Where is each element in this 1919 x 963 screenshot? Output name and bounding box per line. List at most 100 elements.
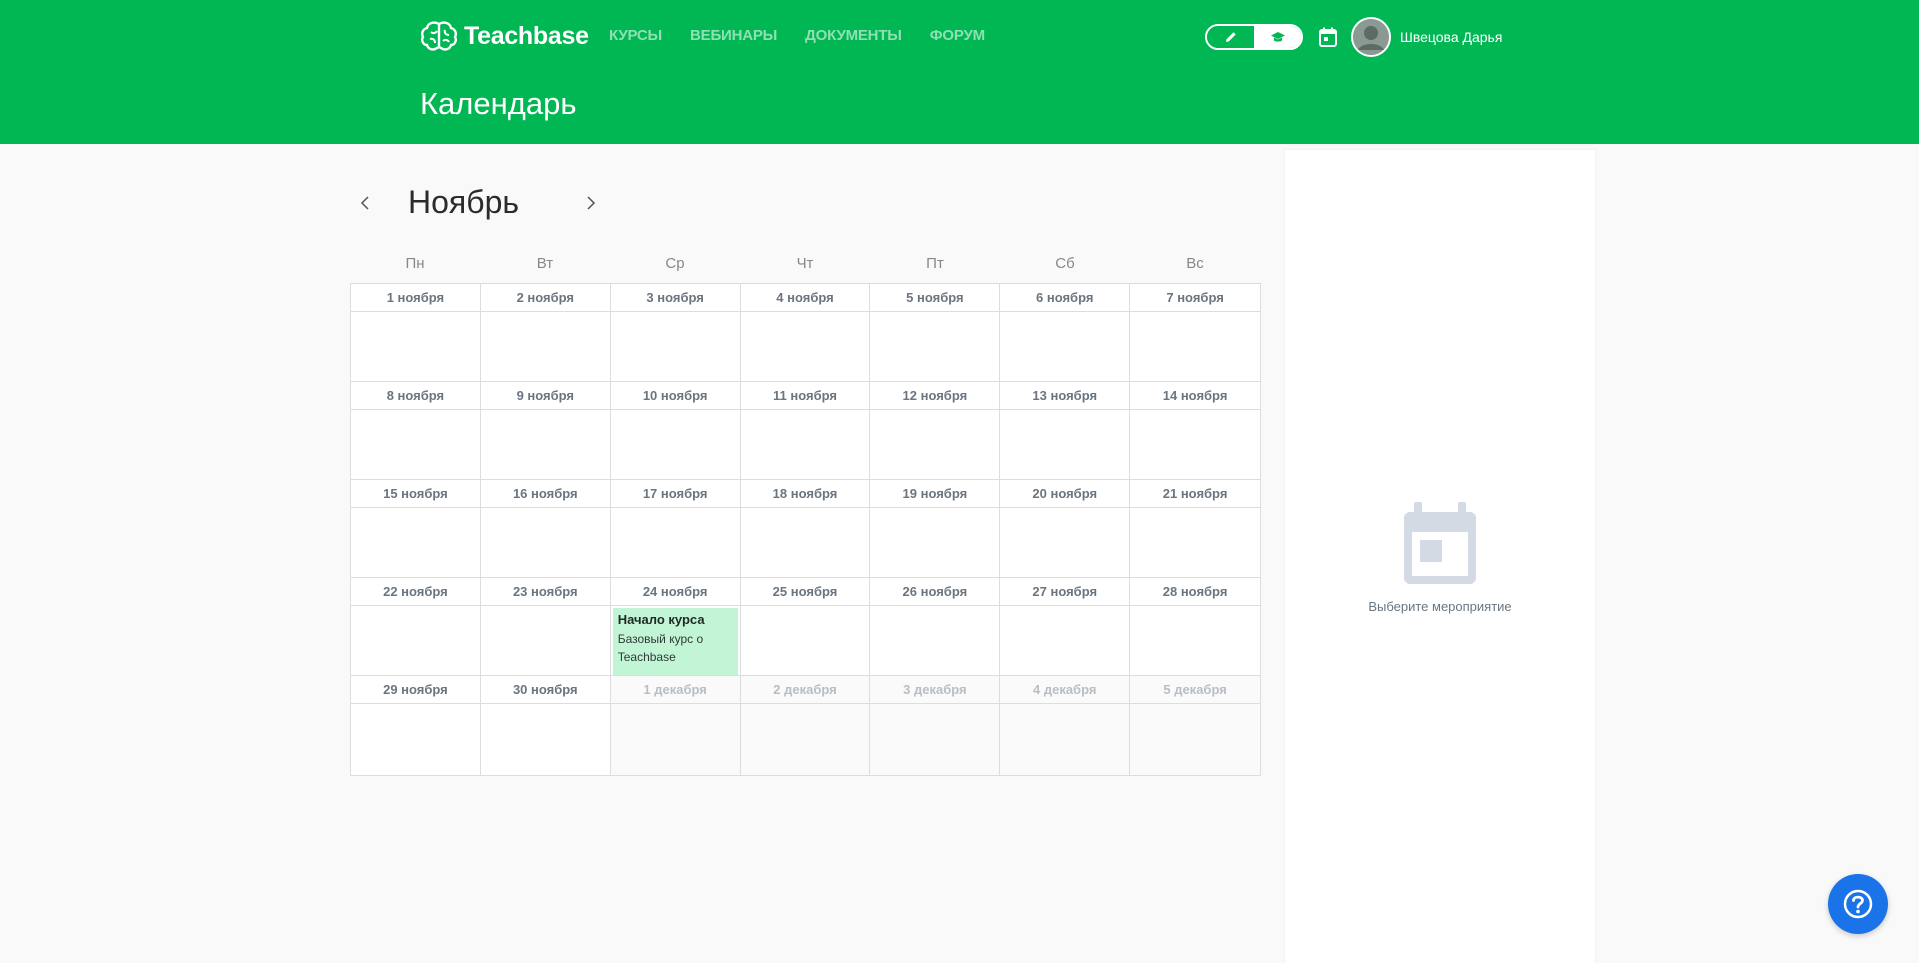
day-body[interactable] (351, 704, 480, 775)
nav-forum[interactable]: ФОРУМ (930, 27, 985, 44)
day-body[interactable] (351, 508, 480, 577)
day-body[interactable] (741, 704, 870, 775)
calendar-day-cell[interactable]: 2 декабря (740, 676, 871, 776)
calendar-day-cell[interactable]: 28 ноября (1130, 578, 1262, 676)
nav-webinars[interactable]: ВЕБИНАРЫ (690, 27, 777, 44)
day-body[interactable] (481, 704, 610, 775)
calendar-day-cell[interactable]: 15 ноября (351, 480, 481, 578)
calendar-day-cell[interactable]: 1 декабря (610, 676, 741, 776)
calendar-day-cell[interactable]: 14 ноября (1130, 382, 1262, 480)
calendar-day-cell[interactable]: 30 ноября (480, 676, 611, 776)
calendar-day-cell[interactable]: 18 ноября (740, 480, 871, 578)
calendar-day-cell[interactable]: 19 ноября (870, 480, 1001, 578)
day-body[interactable] (351, 606, 480, 675)
day-body[interactable] (611, 410, 740, 479)
day-body[interactable]: Начало курса Базовый курс о Teachbase (611, 606, 740, 675)
calendar-day-cell[interactable]: 6 ноября (1000, 284, 1131, 382)
day-body[interactable] (1000, 410, 1129, 479)
day-body[interactable] (481, 606, 610, 675)
event-title: Начало курса (617, 612, 705, 627)
day-body[interactable] (741, 606, 870, 675)
day-body[interactable] (611, 312, 740, 381)
calendar-button[interactable] (1316, 25, 1340, 49)
calendar-day-cell[interactable]: 27 ноября (1000, 578, 1131, 676)
graduation-cap-icon (1270, 32, 1285, 42)
calendar-event[interactable]: Начало курса Базовый курс о Teachbase (612, 608, 738, 675)
calendar-day-cell[interactable]: 1 ноября (351, 284, 481, 382)
calendar-day-cell[interactable]: 13 ноября (1000, 382, 1131, 480)
calendar-day-cell[interactable]: 8 ноября (351, 382, 481, 480)
calendar-day-cell[interactable]: 23 ноября (480, 578, 611, 676)
calendar-day-cell[interactable]: 25 ноября (740, 578, 871, 676)
nav-courses[interactable]: КУРСЫ (609, 27, 662, 44)
calendar-day-cell[interactable]: 21 ноября (1130, 480, 1262, 578)
day-body[interactable] (351, 410, 480, 479)
weekday-label: Пт (926, 255, 944, 272)
calendar-day-cell[interactable]: 17 ноября (610, 480, 741, 578)
day-body[interactable] (1000, 312, 1129, 381)
day-body[interactable] (611, 508, 740, 577)
calendar-day-cell[interactable]: 12 ноября (870, 382, 1001, 480)
calendar-day-cell[interactable]: 20 ноября (1000, 480, 1131, 578)
calendar-day-cell[interactable]: 29 ноября (351, 676, 481, 776)
calendar-day-cell[interactable]: 3 ноября (610, 284, 741, 382)
day-body[interactable] (741, 508, 870, 577)
calendar-week-row: 8 ноября 9 ноября 10 ноября 11 ноября 12 ноя… (351, 382, 1262, 480)
calendar-day-cell[interactable]: 4 декабря (1000, 676, 1131, 776)
day-body[interactable] (1130, 312, 1260, 381)
brand-logo[interactable]: Teachbase (420, 20, 589, 52)
day-body[interactable] (481, 312, 610, 381)
calendar-day-cell[interactable]: 9 ноября (480, 382, 611, 480)
day-body[interactable] (1130, 508, 1260, 577)
day-body[interactable] (351, 312, 480, 381)
day-body[interactable] (1000, 508, 1129, 577)
day-date-label: 4 декабря (1000, 676, 1130, 704)
day-body[interactable] (1000, 704, 1129, 775)
day-body[interactable] (870, 508, 999, 577)
day-body[interactable] (741, 312, 870, 381)
day-date-label: 18 ноября (740, 480, 870, 508)
edit-mode-button[interactable] (1207, 26, 1254, 48)
calendar-day-cell[interactable]: 2 ноября (480, 284, 611, 382)
day-date-label: 20 ноября (1000, 480, 1130, 508)
day-body[interactable] (870, 410, 999, 479)
day-body[interactable] (741, 410, 870, 479)
day-body[interactable] (870, 312, 999, 381)
day-body[interactable] (1130, 704, 1260, 775)
day-date-label: 12 ноября (870, 382, 1000, 410)
day-body[interactable] (1000, 606, 1129, 675)
day-date-label: 30 ноября (480, 676, 610, 704)
calendar-day-cell[interactable]: 7 ноября (1130, 284, 1262, 382)
top-header: Teachbase КУРСЫ ВЕБИНАРЫ ДОКУМЕНТЫ ФОРУМ… (0, 0, 1919, 144)
calendar-day-cell[interactable]: 3 декабря (870, 676, 1001, 776)
calendar-day-cell[interactable]: 5 ноября (870, 284, 1001, 382)
learning-mode-button[interactable] (1254, 26, 1301, 48)
day-body[interactable] (870, 704, 999, 775)
weekday-label: Сб (1055, 255, 1075, 272)
user-name[interactable]: Швецова Дарья (1400, 29, 1502, 45)
day-body[interactable] (1130, 410, 1260, 479)
day-body[interactable] (870, 606, 999, 675)
weekday-label: Чт (796, 255, 814, 272)
calendar-day-cell[interactable]: 4 ноября (740, 284, 871, 382)
calendar-day-cell[interactable]: 5 декабря (1130, 676, 1262, 776)
calendar-day-cell[interactable]: 26 ноября (870, 578, 1001, 676)
nav-documents[interactable]: ДОКУМЕНТЫ (805, 27, 902, 44)
calendar-day-cell[interactable]: 24 ноября Начало курса Базовый курс о Teac… (610, 578, 741, 676)
day-date-label: 29 ноября (351, 676, 480, 704)
calendar-day-cell[interactable]: 16 ноября (480, 480, 611, 578)
mode-toggle[interactable] (1205, 24, 1303, 50)
day-body[interactable] (611, 704, 740, 775)
help-button[interactable] (1828, 874, 1888, 934)
calendar-day-cell[interactable]: 10 ноября (610, 382, 741, 480)
day-body[interactable] (1130, 606, 1260, 675)
day-date-label: 1 ноября (351, 284, 480, 312)
calendar-day-cell[interactable]: 22 ноября (351, 578, 481, 676)
day-body[interactable] (481, 410, 610, 479)
calendar-day-cell[interactable]: 11 ноября (740, 382, 871, 480)
day-body[interactable] (481, 508, 610, 577)
empty-state-text: Выберите мероприятие (1368, 599, 1512, 614)
prev-month-button[interactable] (352, 190, 378, 216)
next-month-button[interactable] (578, 190, 604, 216)
avatar[interactable] (1351, 17, 1391, 57)
